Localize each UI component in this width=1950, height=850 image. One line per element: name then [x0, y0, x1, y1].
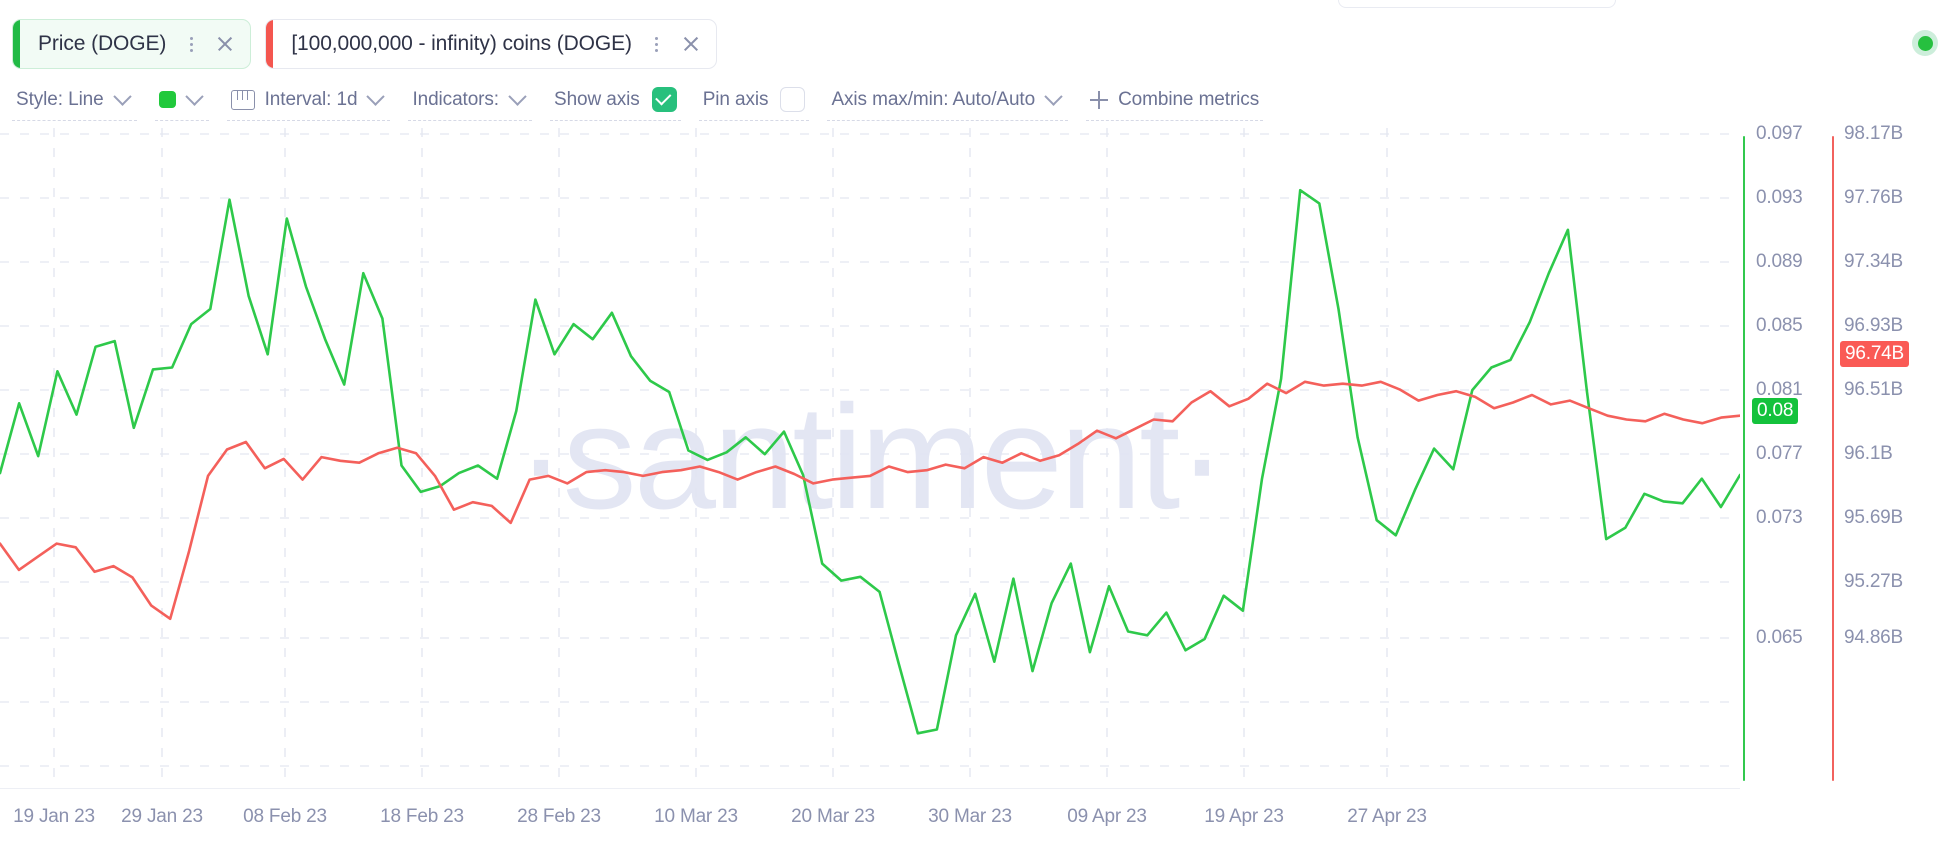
current-value-badge-price: 0.08 — [1752, 398, 1799, 424]
pin-axis-label: Pin axis — [702, 88, 769, 110]
y-tick-label: 96.51B — [1844, 379, 1904, 400]
chevron-down-icon-style — [112, 87, 132, 106]
x-tick-label: 10 Mar 23 — [654, 806, 738, 827]
color-swatch-icon — [158, 91, 176, 108]
x-axis: 19 Jan 23 29 Jan 23 08 Feb 23 18 Feb 23 28 F… — [0, 788, 1950, 850]
x-tick-label: 29 Jan 23 — [121, 806, 203, 827]
chart-controls-toolbar: Style: Line Interval: 1d Indicators: Sho… — [0, 78, 1281, 122]
close-icon-price[interactable] — [212, 31, 238, 57]
pin-axis-toggle[interactable]: Pin axis — [698, 80, 810, 121]
chevron-down-icon-axis-minmax — [1044, 87, 1063, 106]
x-tick-label: 19 Apr 23 — [1204, 806, 1284, 827]
close-icon-holder-distribution[interactable] — [678, 31, 704, 57]
y-tick-label: 0.077 — [1756, 443, 1803, 464]
y-tick-label: 0.097 — [1756, 123, 1803, 144]
live-status-dot[interactable] — [1912, 30, 1938, 56]
interval-dropdown-label: Interval: 1d — [264, 88, 358, 110]
y-tick-label: 0.085 — [1756, 315, 1803, 336]
y-tick-label: 96.1B — [1844, 443, 1893, 464]
style-dropdown-label: Style: Line — [16, 88, 104, 110]
metric-tabs: Price (DOGE) [100,000,000 - infinity) co… — [0, 18, 717, 70]
show-axis-toggle[interactable]: Show axis — [550, 80, 681, 121]
color-picker-dropdown[interactable] — [154, 80, 209, 121]
combine-metrics-button[interactable]: Combine metrics — [1086, 80, 1264, 121]
top-floating-panel-edge — [1338, 0, 1616, 8]
y-axis-line-price — [1743, 136, 1746, 781]
chevron-down-icon-interval — [366, 87, 386, 106]
y-tick-label: 97.76B — [1844, 187, 1904, 208]
indicators-dropdown-label: Indicators: — [412, 88, 499, 110]
y-tick-label: 97.34B — [1844, 251, 1904, 272]
x-tick-label: 28 Feb 23 — [517, 806, 601, 827]
x-tick-label: 27 Apr 23 — [1347, 806, 1427, 827]
metric-tab-price[interactable]: Price (DOGE) — [12, 19, 252, 69]
chart-area: ·santiment· 0.097 0.093 0.089 0.085 0.081 0.0… — [0, 123, 1950, 850]
interval-dropdown[interactable]: Interval: 1d — [226, 80, 391, 121]
current-value-badge-holder-distribution: 96.74B — [1840, 341, 1910, 367]
chevron-down-icon-color — [184, 87, 204, 106]
y-axis-line-holder-distribution — [1832, 136, 1835, 781]
interval-bars-icon — [230, 89, 255, 110]
metric-color-bar-price — [13, 20, 20, 68]
x-tick-label: 20 Mar 23 — [791, 806, 875, 827]
pin-axis-checkbox[interactable] — [780, 87, 806, 112]
y-axes: 0.097 0.093 0.089 0.085 0.081 0.077 0.073 0.065… — [1740, 123, 1950, 788]
plot-canvas[interactable]: ·santiment· — [0, 128, 1740, 788]
metric-tab-label-price: Price (DOGE) — [38, 32, 167, 55]
x-tick-label: 09 Apr 23 — [1067, 806, 1147, 827]
y-tick-label: 98.17B — [1844, 123, 1904, 144]
x-tick-label: 18 Feb 23 — [380, 806, 464, 827]
metric-tab-label-holder-distribution: [100,000,000 - infinity) coins (DOGE) — [291, 32, 632, 55]
metric-color-bar-holder-distribution — [266, 20, 274, 68]
y-tick-label: 0.089 — [1756, 251, 1803, 272]
show-axis-checkbox[interactable] — [651, 87, 677, 112]
y-tick-label: 0.093 — [1756, 187, 1803, 208]
y-tick-label: 95.27B — [1844, 571, 1904, 592]
kebab-menu-icon-holder-distribution[interactable] — [648, 31, 666, 57]
axis-minmax-dropdown[interactable]: Axis max/min: Auto/Auto — [827, 80, 1069, 121]
y-tick-label: 95.69B — [1844, 507, 1904, 528]
x-tick-label: 19 Jan 23 — [13, 806, 95, 827]
x-tick-label: 30 Mar 23 — [928, 806, 1012, 827]
combine-metrics-label: Combine metrics — [1118, 88, 1260, 110]
axis-minmax-label: Axis max/min: Auto/Auto — [831, 88, 1036, 110]
show-axis-label: Show axis — [554, 88, 640, 110]
series-lines — [0, 188, 1740, 735]
plus-icon — [1090, 90, 1109, 109]
x-tick-label: 08 Feb 23 — [243, 806, 327, 827]
chevron-down-icon-indicators — [508, 87, 527, 106]
check-icon — [655, 89, 672, 106]
y-tick-label: 96.93B — [1844, 315, 1904, 336]
kebab-menu-icon-price[interactable] — [182, 31, 200, 57]
style-dropdown[interactable]: Style: Line — [12, 80, 137, 121]
metric-tab-holder-distribution[interactable]: [100,000,000 - infinity) coins (DOGE) — [265, 19, 717, 69]
x-axis-separator — [0, 788, 1740, 789]
indicators-dropdown[interactable]: Indicators: — [408, 80, 532, 121]
y-tick-label: 0.073 — [1756, 507, 1803, 528]
y-tick-label: 0.065 — [1756, 627, 1803, 648]
y-tick-label: 94.86B — [1844, 627, 1904, 648]
